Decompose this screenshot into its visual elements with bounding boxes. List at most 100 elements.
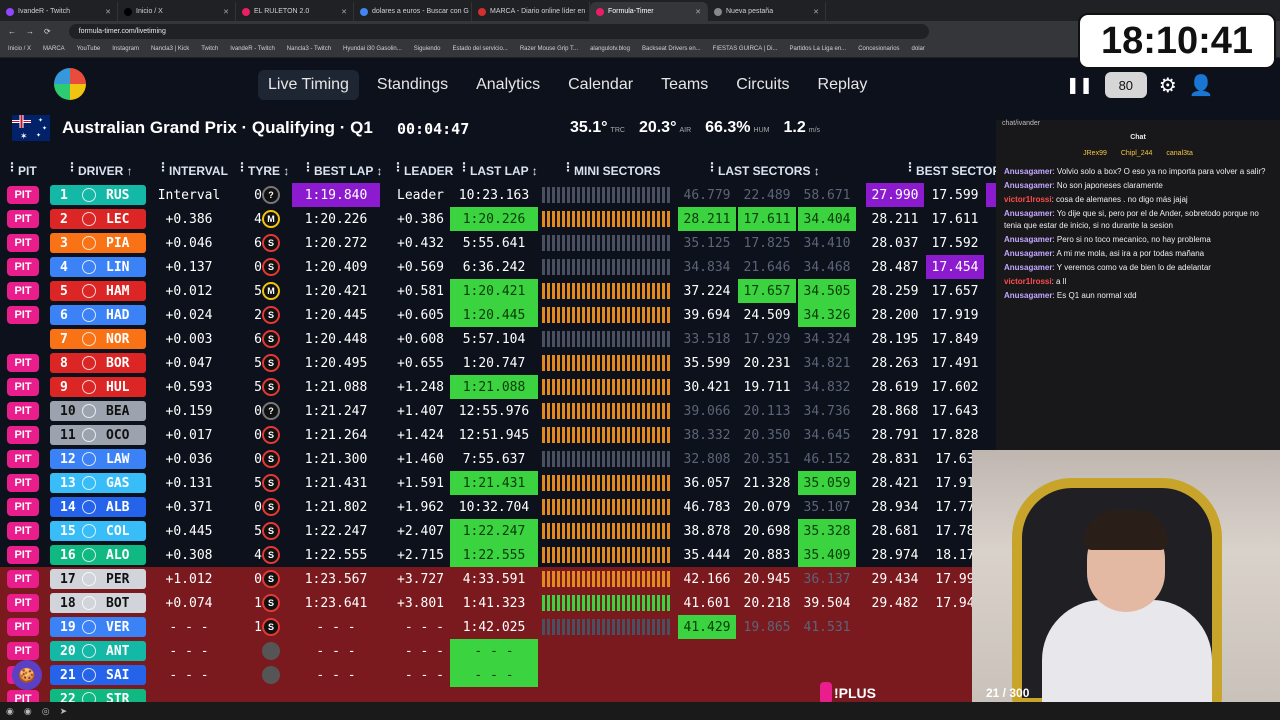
bookmark-item[interactable]: Siguiendo (414, 46, 441, 52)
table-row[interactable]: PIT 10 BEA +0.159 0? 1:21.247 +1.407 12:55.976 3… (0, 399, 1005, 423)
chat-username[interactable]: Anusagamer (1004, 167, 1052, 176)
close-icon[interactable]: ✕ (223, 8, 229, 16)
bookmark-item[interactable]: IvandeR - Twitch (230, 46, 275, 52)
chat-username[interactable]: Anusagamer (1004, 249, 1052, 258)
driver-badge[interactable]: 8 BOR (50, 353, 146, 373)
driver-badge[interactable]: 9 HUL (50, 377, 146, 397)
bookmark-item[interactable]: FIESTAS GUIRCA | Di... (713, 46, 778, 52)
table-row[interactable]: PIT 3 PIA +0.046 6 S 1:20.272 +0.432 5:55.641 35.… (0, 231, 1005, 255)
table-row[interactable]: PIT 12 LAW +0.036 0 S 1:21.300 +1.460 7:55.637 32… (0, 447, 1000, 471)
nav-item-standings[interactable]: Standings (367, 70, 458, 100)
browser-tab[interactable]: Formula-Timer ✕ (590, 2, 708, 21)
table-row[interactable]: PIT 9 HUL +0.593 5 S 1:21.088 +1.248 1:21.088 30.… (0, 375, 1005, 399)
col-last-sectors[interactable]: ⋮ LAST SECTORS ↕ (706, 160, 820, 178)
driver-badge[interactable]: 18 BOT (50, 593, 146, 613)
col-driver[interactable]: ⋮ DRIVER ↑ (66, 160, 133, 178)
chat-username[interactable]: victor1lrossi (1004, 195, 1052, 204)
driver-badge[interactable]: 10 BEA (50, 401, 146, 421)
table-row[interactable]: PIT 1 RUS Interval 0? 1:19.840 Leader 10:23.163… (0, 183, 1016, 207)
app-taskbar-icon[interactable]: ➤ (60, 706, 68, 717)
close-icon[interactable]: ✕ (105, 8, 111, 16)
app-logo[interactable] (54, 68, 86, 100)
nav-item-replay[interactable]: Replay (808, 70, 878, 100)
user-icon[interactable]: 👤 (1189, 73, 1214, 98)
table-row[interactable]: PIT 8 BOR +0.047 5 S 1:20.495 +0.655 1:20.747 35.… (0, 351, 1005, 375)
bookmark-item[interactable]: Concesionarios (858, 46, 899, 52)
bookmark-item[interactable]: Twitch (201, 46, 218, 52)
nav-item-calendar[interactable]: Calendar (558, 70, 643, 100)
driver-badge[interactable]: 21 SAI (50, 665, 146, 685)
chat-username[interactable]: Anusagamer (1004, 235, 1052, 244)
chat-username[interactable]: victor1lrossi (1004, 277, 1052, 286)
browser-tab[interactable]: IvandeR - Twitch ✕ (0, 2, 118, 21)
pause-icon[interactable]: ❚❚ (1066, 75, 1093, 95)
url-input[interactable]: formula-timer.com/livetiming (68, 23, 929, 39)
table-row[interactable]: PIT 20 ANT - - - - - - - - - - - - (0, 639, 1000, 663)
driver-badge[interactable]: 20 ANT (50, 641, 146, 661)
table-row[interactable]: PIT 14 ALB +0.371 0 S 1:21.802 +1.962 10:32.704 4… (0, 495, 1000, 519)
bookmark-item[interactable]: Backseat Drivers en... (642, 46, 701, 52)
chat-username[interactable]: Anusagamer (1004, 263, 1052, 272)
browser-tab[interactable]: EL RULETON 2.0 ✕ (236, 2, 354, 21)
driver-badge[interactable]: 4 LIN (50, 257, 146, 277)
driver-badge[interactable]: 13 GAS (50, 473, 146, 493)
driver-badge[interactable]: 15 COL (50, 521, 146, 541)
table-row[interactable]: PIT 2 LEC +0.386 4 M 1:20.226 +0.386 1:20.226 28.… (0, 207, 1005, 231)
nav-item-analytics[interactable]: Analytics (466, 70, 550, 100)
browser-tab[interactable]: Inicio / X ✕ (118, 2, 236, 21)
driver-badge[interactable]: 14 ALB (50, 497, 146, 517)
app-taskbar-icon[interactable]: ◎ (42, 706, 50, 717)
table-row[interactable]: PIT 15 COL +0.445 5 S 1:22.247 +2.407 1:22.247 38… (0, 519, 1000, 543)
chat-username[interactable]: Anusagamer (1004, 181, 1052, 190)
browser-tab[interactable]: MARCA - Diario online líder en✕ (472, 2, 590, 21)
driver-badge[interactable]: 11 OCO (50, 425, 146, 445)
col-last-lap[interactable]: ⋮ LAST LAP ↕ (458, 160, 538, 178)
close-icon[interactable]: ✕ (695, 8, 701, 16)
bookmark-item[interactable]: Razer Mouse Grip T... (520, 46, 578, 52)
table-row[interactable]: PIT 19 VER - - - 1S - - - - - - 1:42.025 41.429 1… (0, 615, 1021, 639)
bookmark-item[interactable]: Hyundai i30 Gasolin... (343, 46, 402, 52)
table-row[interactable]: PIT 16 ALO +0.308 4 S 1:22.555 +2.715 1:22.555 35… (0, 543, 1000, 567)
bookmark-item[interactable]: alangulotv.blog (590, 46, 630, 52)
chat-username[interactable]: Anusagamer (1004, 209, 1052, 218)
table-row[interactable]: PIT 18 BOT +0.074 1 S 1:23.641 +3.801 1:41.323 41… (0, 591, 1000, 615)
app-taskbar-icon[interactable]: ◉ (24, 706, 32, 717)
bookmark-item[interactable]: Nancla3 | Kick (151, 46, 189, 52)
driver-badge[interactable]: 7 NOR (50, 329, 146, 349)
bookmark-item[interactable]: dolar (912, 46, 925, 52)
cookie-settings-icon[interactable]: 🍪 (12, 660, 42, 690)
table-row[interactable]: PIT 13 GAS +0.131 5 S 1:21.431 +1.591 1:21.431 36… (0, 471, 1000, 495)
table-row[interactable]: PIT 6 HAD +0.024 2 S 1:20.445 +0.605 1:20.445 39.… (0, 303, 1005, 327)
bookmark-item[interactable]: Estado del servicio... (452, 46, 507, 52)
bookmark-item[interactable]: Partidos La Liga en... (789, 46, 846, 52)
nav-item-live-timing[interactable]: Live Timing (258, 70, 359, 100)
close-icon[interactable]: ✕ (813, 8, 819, 16)
table-row[interactable]: PIT 11 OCO +0.017 0 S 1:21.264 +1.424 12:51.945 3… (0, 423, 1005, 447)
driver-badge[interactable]: 3 PIA (50, 233, 146, 253)
back-icon[interactable]: ← (8, 27, 16, 36)
table-row[interactable]: 7 NOR +0.003 6 S 1:20.448 +0.608 5:57.104 33.518… (0, 327, 1005, 351)
chat-username[interactable]: Anusagamer (1004, 291, 1052, 300)
table-row[interactable]: PIT 17 PER +1.012 0 S 1:23.567 +3.727 4:33.591 42… (0, 567, 1000, 591)
nav-item-teams[interactable]: Teams (651, 70, 718, 100)
browser-taskbar-icon[interactable]: ◉ (6, 706, 14, 717)
table-row[interactable]: PIT 5 HAM +0.012 5 M 1:20.421 +0.581 1:20.421 37.… (0, 279, 1005, 303)
col-tyre[interactable]: ⋮ TYRE ↕ (236, 160, 289, 178)
driver-badge[interactable]: 2 LEC (50, 209, 146, 229)
bookmark-item[interactable]: YouTube (77, 46, 101, 52)
driver-badge[interactable]: 12 LAW (50, 449, 146, 469)
bookmark-item[interactable]: Instagram (112, 46, 139, 52)
driver-badge[interactable]: 6 HAD (50, 305, 146, 325)
table-row[interactable]: PIT 4 LIN +0.137 0 S 1:20.409 +0.569 6:36.242 34.… (0, 255, 1005, 279)
forward-icon[interactable]: → (26, 27, 34, 36)
browser-tab[interactable]: Nueva pestaña ✕ (708, 2, 826, 21)
reload-icon[interactable]: ⟳ (44, 27, 51, 36)
driver-badge[interactable]: 5 HAM (50, 281, 146, 301)
browser-tab[interactable]: dolares a euros - Buscar con G✕ (354, 2, 472, 21)
col-best-lap[interactable]: ⋮ BEST LAP ↕ (302, 160, 382, 178)
bookmark-item[interactable]: MARCA (43, 46, 65, 52)
bookmark-item[interactable]: Nancla3 - Twitch (287, 46, 331, 52)
driver-badge[interactable]: 1 RUS (50, 185, 146, 205)
close-icon[interactable]: ✕ (341, 8, 347, 16)
driver-badge[interactable]: 17 PER (50, 569, 146, 589)
